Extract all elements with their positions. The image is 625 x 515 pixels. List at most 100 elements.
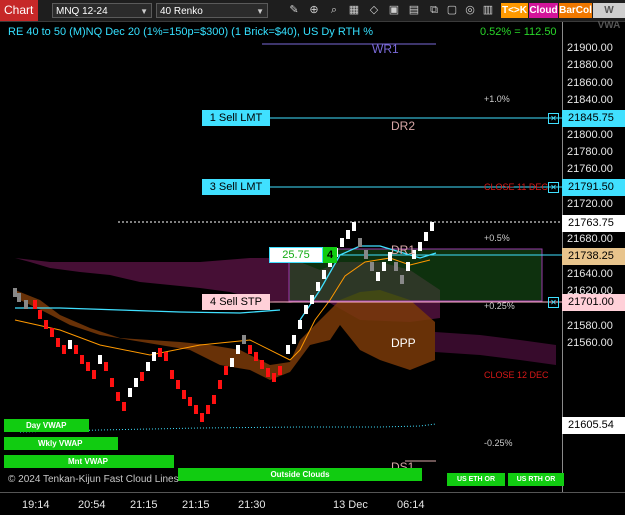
chart-toolbar: Chart MNQ 12-24 ▼ 40 Renko ▼ ✎ ⊕ ⌕ ▦ ◇ ▣… <box>0 0 625 31</box>
time-tick-label: 19:14 <box>22 499 50 511</box>
dr2-label: DR2 <box>391 119 416 133</box>
renko-brick <box>92 370 96 379</box>
alert-icon[interactable]: ◎ <box>462 3 478 18</box>
ruler-icon[interactable]: ◇ <box>366 3 382 18</box>
price-tick-label: 21880.00 <box>567 59 613 72</box>
renko-brick <box>292 335 296 344</box>
time-tick-label: 21:15 <box>182 499 210 511</box>
plus-025pct-label: +0.25% <box>484 301 515 311</box>
renko-brick <box>394 262 398 271</box>
sell-limit-order-3[interactable]: 3 Sell LMT <box>202 179 270 195</box>
renko-brick <box>278 366 282 375</box>
renko-brick <box>158 348 162 357</box>
renko-brick <box>376 272 380 281</box>
renko-brick <box>254 352 258 361</box>
renko-brick <box>218 380 222 389</box>
vwap-toggle[interactable]: W VWA <box>593 3 625 31</box>
cancel-order-1-icon[interactable]: ✕ <box>548 113 559 124</box>
renko-brick <box>266 368 270 377</box>
sell-limit-order-1[interactable]: 1 Sell LMT <box>202 110 270 126</box>
position-pnl[interactable]: 25.75 <box>269 247 323 263</box>
renko-brick <box>424 232 428 241</box>
renko-brick <box>260 360 264 369</box>
instrument-label: MNQ 12-24 <box>56 6 108 17</box>
bar-type-label: 40 Renko <box>160 6 203 17</box>
renko-brick <box>56 338 60 347</box>
cloud-extension <box>435 332 556 365</box>
dpp-label: DPP <box>391 336 416 350</box>
time-tick-label: 20:54 <box>78 499 106 511</box>
renko-brick <box>98 355 102 364</box>
grid-icon[interactable]: ▦ <box>346 3 362 18</box>
time-tick-label: 06:14 <box>397 499 425 511</box>
crosshair-icon[interactable]: ⊕ <box>306 3 322 18</box>
time-tick-label: 21:30 <box>238 499 266 511</box>
renko-brick <box>352 222 356 231</box>
renko-brick <box>116 392 120 401</box>
renko-brick <box>38 310 42 319</box>
renko-brick <box>13 288 17 297</box>
instrument-selector[interactable]: MNQ 12-24 ▼ <box>52 3 152 18</box>
dr1-label: DR1 <box>391 243 416 257</box>
price-tick-label: 21860.00 <box>567 76 613 89</box>
renko-brick <box>286 345 290 354</box>
barcol-toggle[interactable]: BarCol <box>559 3 592 18</box>
price-box-vwap: 21605.54 <box>562 417 625 434</box>
renko-brick <box>50 328 54 337</box>
data-box-icon[interactable]: ▢ <box>444 3 460 18</box>
chevron-down-icon: ▼ <box>256 7 264 16</box>
renko-brick <box>430 222 434 231</box>
renko-brick <box>224 366 228 375</box>
close-12-dec-label: CLOSE 12 DEC <box>484 370 549 380</box>
renko-brick <box>418 242 422 251</box>
renko-brick <box>340 238 344 247</box>
renko-brick <box>146 362 150 371</box>
price-tick-label: 21680.00 <box>567 232 613 245</box>
time-tick-label: 21:15 <box>130 499 158 511</box>
price-tick-label: 21840.00 <box>567 94 613 107</box>
zoom-icon[interactable]: ⌕ <box>326 3 342 18</box>
renko-brick <box>194 405 198 414</box>
cloud-toggle[interactable]: Cloud <box>529 3 558 18</box>
indicator-icon[interactable]: ▥ <box>480 3 496 18</box>
tk-toggle[interactable]: T<>K <box>501 3 528 18</box>
renko-brick <box>17 293 21 302</box>
renko-brick <box>110 378 114 387</box>
renko-brick <box>182 390 186 399</box>
chart-tab[interactable]: Chart <box>0 0 38 21</box>
copyright-watermark: © 2024 Tenkan-Kijun Fast Cloud Lines <box>8 474 179 485</box>
wr1-label: WR1 <box>372 42 399 56</box>
renko-brick <box>310 295 314 304</box>
price-tick-label: 21800.00 <box>567 128 613 141</box>
bar-type-selector[interactable]: 40 Renko ▼ <box>156 3 268 18</box>
renko-brick <box>364 250 368 259</box>
renko-brick <box>248 345 252 354</box>
plus-1pct-label: +1.0% <box>484 94 510 104</box>
renko-brick <box>152 352 156 361</box>
renko-brick <box>322 270 326 279</box>
renko-brick <box>44 320 48 329</box>
renko-brick <box>400 275 404 284</box>
sell-stop-order-4[interactable]: 4 Sell STP <box>202 294 270 310</box>
renko-brick <box>242 335 246 344</box>
price-box-position: 21738.25 <box>562 248 625 265</box>
text-tool-icon[interactable]: ▣ <box>386 3 402 18</box>
renko-brick <box>212 395 216 404</box>
renko-brick <box>382 262 386 271</box>
price-tick-label: 21720.00 <box>567 198 613 211</box>
price-tick-label: 21580.00 <box>567 319 613 332</box>
link-icon[interactable]: ⧉ <box>426 3 442 18</box>
cancel-order-4-icon[interactable]: ✕ <box>548 297 559 308</box>
price-tick-label: 21900.00 <box>567 42 613 54</box>
draw-tool-icon[interactable]: ✎ <box>286 3 302 18</box>
settings-icon[interactable]: ▤ <box>406 3 422 18</box>
renko-brick <box>370 262 374 271</box>
renko-brick <box>68 340 72 349</box>
cancel-order-3-icon[interactable]: ✕ <box>548 182 559 193</box>
monthly-vwap-status: Mnt VWAP <box>4 455 174 468</box>
position-quantity[interactable]: 4 <box>323 247 337 263</box>
renko-brick <box>24 300 28 309</box>
renko-brick <box>122 402 126 411</box>
minus-025pct-label: -0.25% <box>484 438 513 448</box>
us-eth-or-status: US ETH OR <box>447 473 505 486</box>
